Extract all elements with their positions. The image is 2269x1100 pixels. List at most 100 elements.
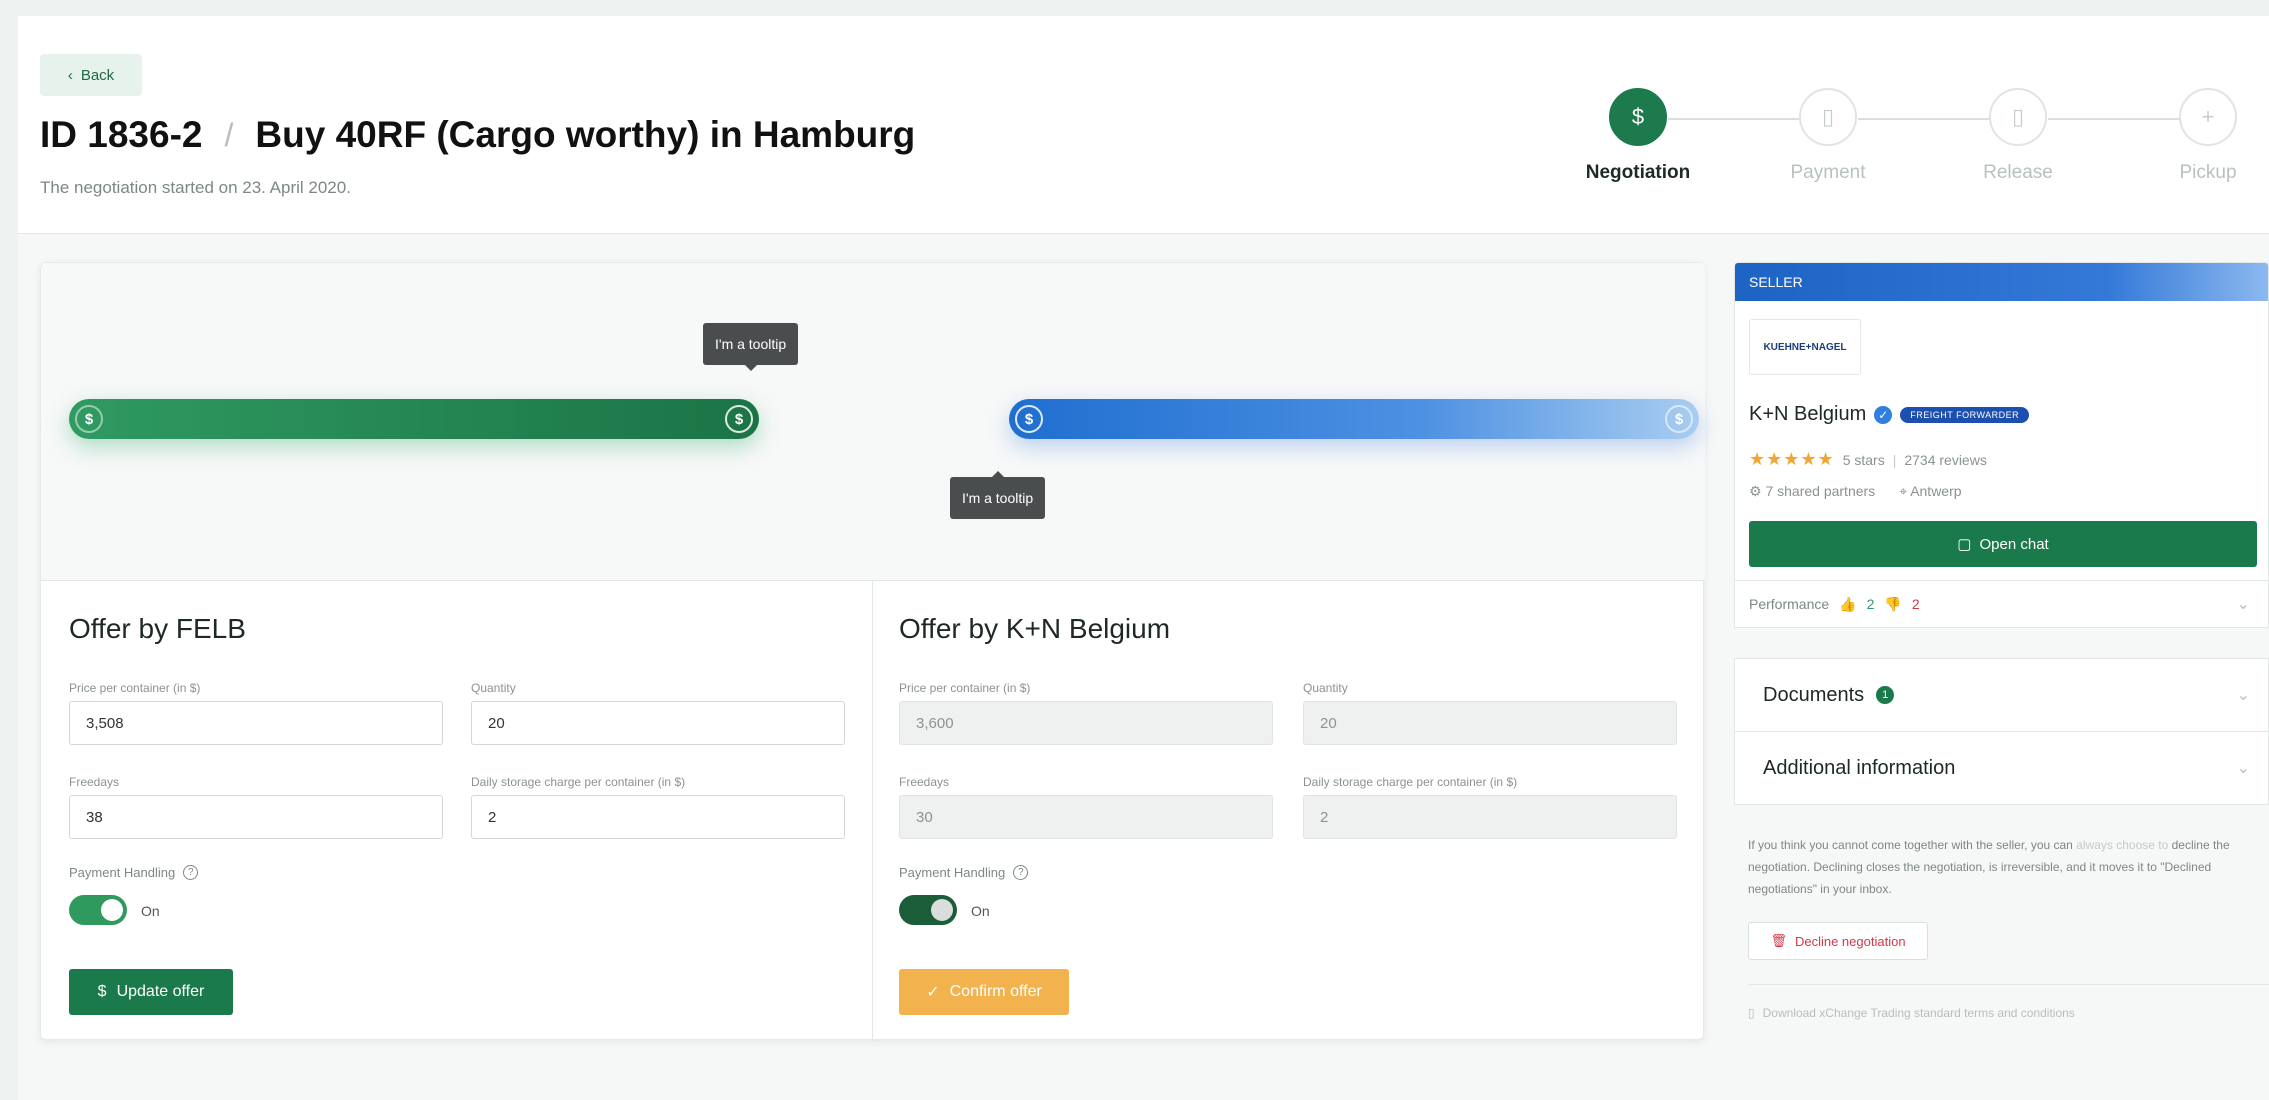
pickup-icon: + [2179, 88, 2237, 146]
seller-logo-text: KUEHNE+NAGEL [1763, 341, 1847, 353]
quantity-input[interactable] [471, 701, 845, 745]
star-rating-icon: ★★★★★ [1749, 449, 1835, 469]
seller-location-text: Antwerp [1910, 483, 1962, 499]
buyer-offer-bar[interactable]: $ $ [69, 399, 759, 439]
chevron-left-icon: ‹ [67, 66, 73, 84]
chevron-down-icon: ⌄ [2236, 760, 2250, 777]
seller-offer-bar[interactable]: $ $ [1009, 399, 1699, 439]
seller-meta: ⚙ 7 shared partners ⌖ Antwerp [1749, 483, 1962, 500]
step-payment[interactable]: ▯ Payment [1748, 88, 1908, 184]
tooltip-buyer: I'm a tooltip [703, 323, 799, 371]
chevron-down-icon: ⌄ [2236, 596, 2250, 613]
decline-text-1: If you think you cannot come together wi… [1748, 838, 2073, 852]
seller-type-badge: FREIGHT FORWARDER [1900, 406, 2030, 423]
seller-location: ⌖ Antwerp [1899, 483, 1961, 500]
trash-icon: 🗑 [1770, 933, 1787, 948]
back-button[interactable]: ‹ Back [40, 54, 142, 96]
seller-payment-handling-toggle [899, 895, 957, 925]
freedays-input[interactable] [69, 795, 443, 839]
step-pickup[interactable]: + Pickup [2128, 88, 2269, 184]
toggle-knob [931, 899, 953, 921]
step-label: Release [1983, 162, 2053, 183]
seller-rating: ★★★★★ 5 stars | 2734 reviews [1749, 449, 1987, 470]
decline-negotiation-button[interactable]: 🗑 Decline negotiation [1748, 922, 1928, 960]
seller-card-header: SELLER [1735, 263, 2268, 301]
document-icon: ▯ [1799, 88, 1857, 146]
seller-offer-panel: Offer by K+N Belgium Price per container… [873, 581, 1705, 1041]
dollar-chat-icon: $ [1609, 88, 1667, 146]
price-label: Price per container (in $) [69, 681, 201, 695]
rating-divider: | [1892, 451, 1897, 468]
help-icon[interactable]: ? [1013, 865, 1029, 880]
step-negotiation[interactable]: $ Negotiation [1558, 88, 1718, 184]
decline-negotiation-label: Decline negotiation [1794, 933, 1906, 949]
payment-handling-text: Payment Handling [899, 865, 1006, 880]
open-chat-button[interactable]: ▢ Open chat [1749, 521, 2257, 567]
seller-handle-dollar-icon[interactable]: $ [1015, 405, 1043, 433]
dollar-icon: $ [97, 983, 107, 1000]
checkmark-icon: ✓ [926, 984, 940, 1001]
performance-row[interactable]: Performance 👍 2 👎 2 ⌄ [1734, 580, 2269, 628]
toggle-state: On [141, 903, 160, 919]
shared-partners-text: 7 shared partners [1765, 483, 1876, 499]
chat-icon: ▢ [1957, 536, 1972, 553]
seller-name[interactable]: K+N Belgium [1749, 403, 1866, 426]
download-terms-label: Download xChange Trading standard terms … [1762, 1006, 2075, 1020]
payment-handling-text: Payment Handling [69, 865, 176, 880]
divider [1748, 984, 2269, 985]
buyer-offer-panel: Offer by FELB Price per container (in $)… [41, 581, 873, 1041]
step-label: Pickup [2179, 162, 2237, 183]
reviews-count[interactable]: 2734 reviews [1904, 452, 1987, 468]
page-header: ‹ Back ID 1836-2 / Buy 40RF (Cargo worth… [18, 16, 2269, 234]
payment-handling-label: Payment Handling ? [69, 865, 199, 880]
seller-freedays-field [899, 795, 1273, 839]
documents-accordion[interactable]: Documents 1 ⌄ [1734, 658, 2269, 732]
negotiation-title: Buy 40RF (Cargo worthy) in Hamburg [255, 114, 916, 155]
price-slider-area: I'm a tooltip $ $ $ $ I'm a tooltip [41, 263, 1705, 581]
storage-charge-label: Daily storage charge per container (in $… [1303, 775, 1518, 789]
thumbs-down-count: 2 [1911, 596, 1920, 612]
open-chat-label: Open chat [1979, 535, 2049, 553]
price-input[interactable] [69, 701, 443, 745]
additional-information-label: Additional information [1763, 756, 1956, 779]
storage-charge-input[interactable] [471, 795, 845, 839]
partners-icon: ⚙ [1749, 483, 1766, 499]
location-pin-icon: ⌖ [1899, 483, 1911, 499]
title-separator: / [224, 116, 234, 153]
freedays-label: Freedays [69, 775, 120, 789]
decline-text-link: always choose to [2076, 838, 2169, 852]
update-offer-label: Update offer [116, 983, 205, 1000]
dollar-icon: $ [1665, 405, 1693, 433]
payment-handling-label: Payment Handling ? [899, 865, 1029, 880]
help-icon[interactable]: ? [183, 865, 199, 880]
tooltip-seller: I'm a tooltip [950, 471, 1046, 519]
storage-charge-label: Daily storage charge per container (in $… [471, 775, 686, 789]
seller-quantity-field [1303, 701, 1677, 745]
confirm-offer-label: Confirm offer [949, 983, 1042, 1000]
negotiation-card: I'm a tooltip $ $ $ $ I'm a tooltip Offe… [40, 262, 1705, 1041]
page-title: ID 1836-2 / Buy 40RF (Cargo worthy) in H… [40, 114, 915, 156]
thumbs-down-icon: 👎 [1884, 595, 1902, 612]
page: ‹ Back ID 1836-2 / Buy 40RF (Cargo worth… [18, 16, 2269, 1100]
buyer-handle-dollar-icon[interactable]: $ [725, 405, 753, 433]
step-release[interactable]: ▯ Release [1938, 88, 2098, 184]
seller-logo: KUEHNE+NAGEL [1749, 319, 1861, 375]
progress-steps: $ Negotiation ▯ Payment ▯ Release + Pick… [1558, 76, 2258, 196]
update-offer-button[interactable]: $ Update offer [69, 969, 233, 1015]
document-icon: ▯ [1748, 1006, 1755, 1020]
seller-name-row: K+N Belgium ✓ FREIGHT FORWARDER [1749, 403, 2030, 426]
seller-price-field [899, 701, 1273, 745]
step-label: Payment [1790, 162, 1866, 183]
quantity-label: Quantity [1303, 681, 1348, 695]
shared-partners: ⚙ 7 shared partners [1749, 483, 1875, 500]
payment-handling-toggle[interactable] [69, 895, 127, 925]
performance-label: Performance [1749, 596, 1830, 612]
download-terms-link[interactable]: ▯ Download xChange Trading standard term… [1748, 1006, 2075, 1020]
additional-information-accordion[interactable]: Additional information ⌄ [1734, 731, 2269, 805]
freedays-label: Freedays [899, 775, 950, 789]
stars-text: 5 stars [1842, 451, 1885, 468]
buyer-offer-title: Offer by FELB [69, 613, 246, 644]
decline-explanation: If you think you cannot come together wi… [1748, 834, 2258, 900]
negotiation-start-date: The negotiation started on 23. April 202… [40, 178, 351, 197]
confirm-offer-button[interactable]: ✓ Confirm offer [899, 969, 1069, 1015]
